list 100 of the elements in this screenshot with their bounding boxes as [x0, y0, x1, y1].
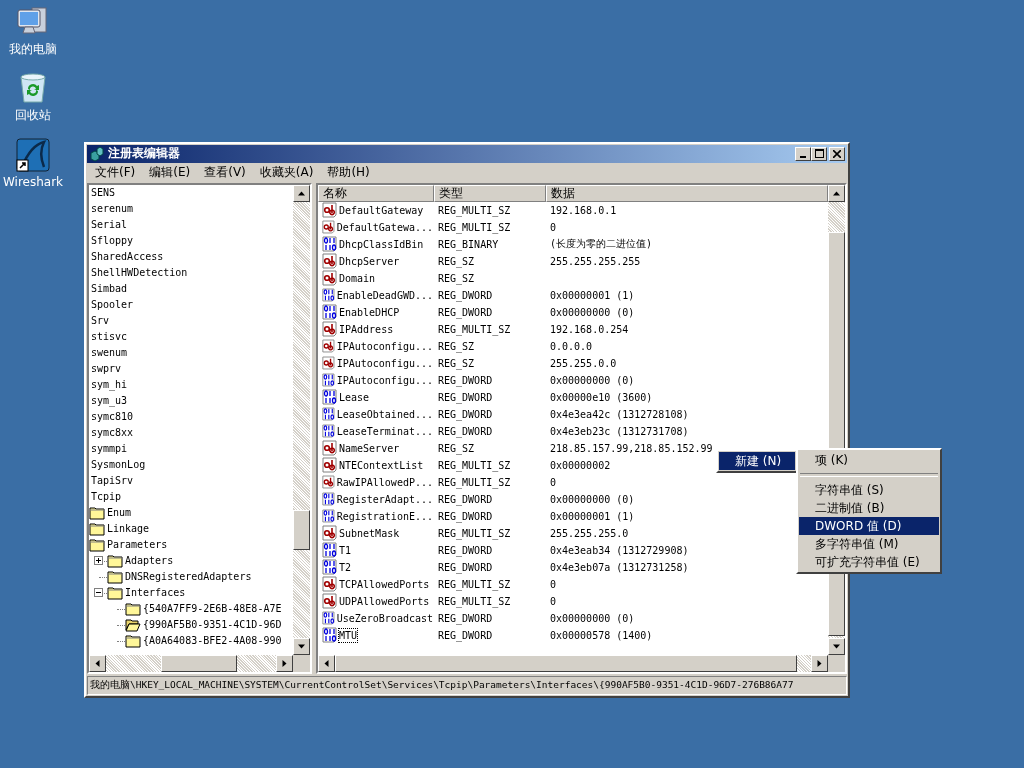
string-value-icon [322, 474, 336, 491]
menu-item[interactable]: 文件(F) [89, 163, 142, 183]
column-header[interactable]: 类型 [434, 184, 546, 202]
tree-item[interactable]: Adapters [123, 555, 176, 567]
value-name[interactable]: Domain [338, 270, 377, 286]
scroll-up-button[interactable] [828, 184, 845, 202]
menu-item[interactable]: 帮助(H) [321, 163, 376, 183]
tree-item[interactable]: {540A7FF9-2E6B-48E8-A7E [141, 603, 284, 615]
tree-item[interactable]: Srv [89, 315, 112, 327]
string-value-icon [322, 593, 338, 610]
scroll-left-button[interactable] [318, 655, 335, 673]
expand-icon[interactable] [93, 556, 103, 566]
tree-item[interactable]: swprv [89, 363, 124, 375]
scroll-thumb[interactable] [161, 655, 237, 673]
column-header[interactable]: 数据 [546, 184, 828, 202]
tree-item[interactable]: symc810 [89, 411, 136, 423]
recycle-bin-icon[interactable] [18, 72, 48, 104]
scroll-down-button[interactable] [293, 638, 310, 656]
value-name[interactable]: DhcpServer [338, 253, 401, 269]
arrow-icon [298, 189, 305, 197]
value-name[interactable]: T2 [338, 559, 353, 575]
tree-item[interactable]: Serial [89, 219, 130, 231]
value-name[interactable]: EnableDHCP [338, 304, 401, 320]
value-name[interactable]: RawIPAllowedP... [335, 474, 434, 490]
collapse-icon[interactable] [93, 588, 103, 598]
tree-item[interactable]: SENS [89, 187, 118, 199]
value-name[interactable]: Lease [338, 389, 371, 405]
value-data: 255.255.0.0 [549, 357, 617, 369]
scroll-left-button[interactable] [89, 655, 106, 673]
scroll-up-button[interactable] [293, 184, 310, 202]
tree-item[interactable]: serenum [89, 203, 136, 215]
tree-item[interactable]: Enum [105, 507, 134, 519]
tree-item[interactable]: symmpi [89, 443, 130, 455]
scroll-down-button[interactable] [828, 638, 845, 656]
value-name[interactable]: MTU [338, 627, 359, 643]
scroll-right-button[interactable] [811, 655, 828, 673]
tree-item[interactable]: Interfaces [123, 587, 188, 599]
desktop-icon-label[interactable]: 回收站 [15, 107, 51, 124]
value-name[interactable]: DhcpClassIdBin [338, 236, 425, 252]
tree-item[interactable]: Sfloppy [89, 235, 136, 247]
tree-item[interactable]: stisvc [89, 331, 130, 343]
tree-item[interactable]: sym_u3 [89, 395, 130, 407]
menu-item[interactable]: 查看(V) [198, 163, 252, 183]
tree-item[interactable]: SharedAccess [89, 251, 166, 263]
value-name[interactable]: NameServer [338, 440, 401, 456]
value-name[interactable]: TCPAllowedPorts [338, 576, 431, 592]
tree-item[interactable]: sym_hi [89, 379, 130, 391]
value-name[interactable]: SubnetMask [338, 525, 401, 541]
value-name[interactable]: T1 [338, 542, 353, 558]
horizontal-scrollbar[interactable] [89, 655, 293, 673]
tree-item[interactable]: Spooler [89, 299, 136, 311]
menu-item[interactable]: 项 (K) [799, 451, 939, 469]
desktop-icon-label[interactable]: 我的电脑 [9, 41, 57, 58]
tree-item[interactable]: Tcpip [89, 491, 124, 503]
minimize-button[interactable] [795, 146, 811, 161]
arrow-icon [816, 660, 823, 668]
tree-item[interactable]: ShellHWDetection [89, 267, 190, 279]
scroll-thumb[interactable] [293, 510, 310, 551]
value-name[interactable]: LeaseTerminat... [335, 423, 434, 439]
menu-item[interactable]: DWORD 值 (D) [799, 517, 939, 535]
tree-item[interactable]: Simbad [89, 283, 130, 295]
shortcut-app-icon[interactable] [16, 138, 50, 172]
scroll-right-button[interactable] [276, 655, 293, 673]
desktop-icon-label[interactable]: Wireshark [2, 175, 64, 189]
tree-item[interactable]: DNSRegisteredAdapters [123, 571, 254, 583]
value-name[interactable]: RegisterAdapt... [335, 491, 434, 507]
binary-value-icon [322, 372, 336, 389]
menu-item[interactable]: 多字符串值 (M) [799, 535, 939, 553]
tree-item[interactable]: TapiSrv [89, 475, 136, 487]
close-button[interactable] [829, 146, 845, 161]
menu-item[interactable]: 二进制值 (B) [799, 499, 939, 517]
value-name[interactable]: IPAutoconfigu... [335, 338, 434, 354]
value-name[interactable]: UseZeroBroadcast [335, 610, 434, 626]
value-name[interactable]: UDPAllowedPorts [338, 593, 431, 609]
tree-item[interactable]: Parameters [105, 539, 170, 551]
column-header[interactable]: 名称 [318, 184, 434, 202]
menu-item[interactable]: 新建 (N) [719, 452, 795, 470]
value-name[interactable]: IPAddress [338, 321, 395, 337]
tree-item[interactable]: {990AF5B0-9351-4C1D-96D [141, 619, 284, 631]
menu-item[interactable]: 字符串值 (S) [799, 481, 939, 499]
value-name[interactable]: DefaultGateway [338, 202, 425, 218]
value-name[interactable]: EnableDeadGWD... [335, 287, 434, 303]
value-name[interactable]: LeaseObtained... [335, 406, 434, 422]
tree-item[interactable]: swenum [89, 347, 130, 359]
value-type: REG_MULTI_SZ [437, 459, 512, 471]
menu-item[interactable]: 编辑(E) [143, 163, 197, 183]
value-type: REG_MULTI_SZ [437, 221, 512, 233]
value-name[interactable]: NTEContextList [338, 457, 425, 473]
vertical-scrollbar[interactable] [293, 184, 310, 656]
tree-item[interactable]: Linkage [105, 523, 152, 535]
value-name[interactable]: IPAutoconfigu... [335, 372, 434, 388]
value-name[interactable]: RegistrationE... [335, 508, 434, 524]
tree-item[interactable]: SysmonLog [89, 459, 148, 471]
menu-item[interactable]: 可扩充字符串值 (E) [799, 553, 939, 571]
tree-item[interactable]: symc8xx [89, 427, 136, 439]
value-name[interactable]: DefaultGatewa... [335, 219, 434, 235]
menu-item[interactable]: 收藏夹(A) [253, 163, 320, 183]
tree-item[interactable]: {A0A64083-BFE2-4A08-990 [141, 635, 284, 647]
value-name[interactable]: IPAutoconfigu... [335, 355, 434, 371]
maximize-button[interactable] [811, 146, 827, 161]
